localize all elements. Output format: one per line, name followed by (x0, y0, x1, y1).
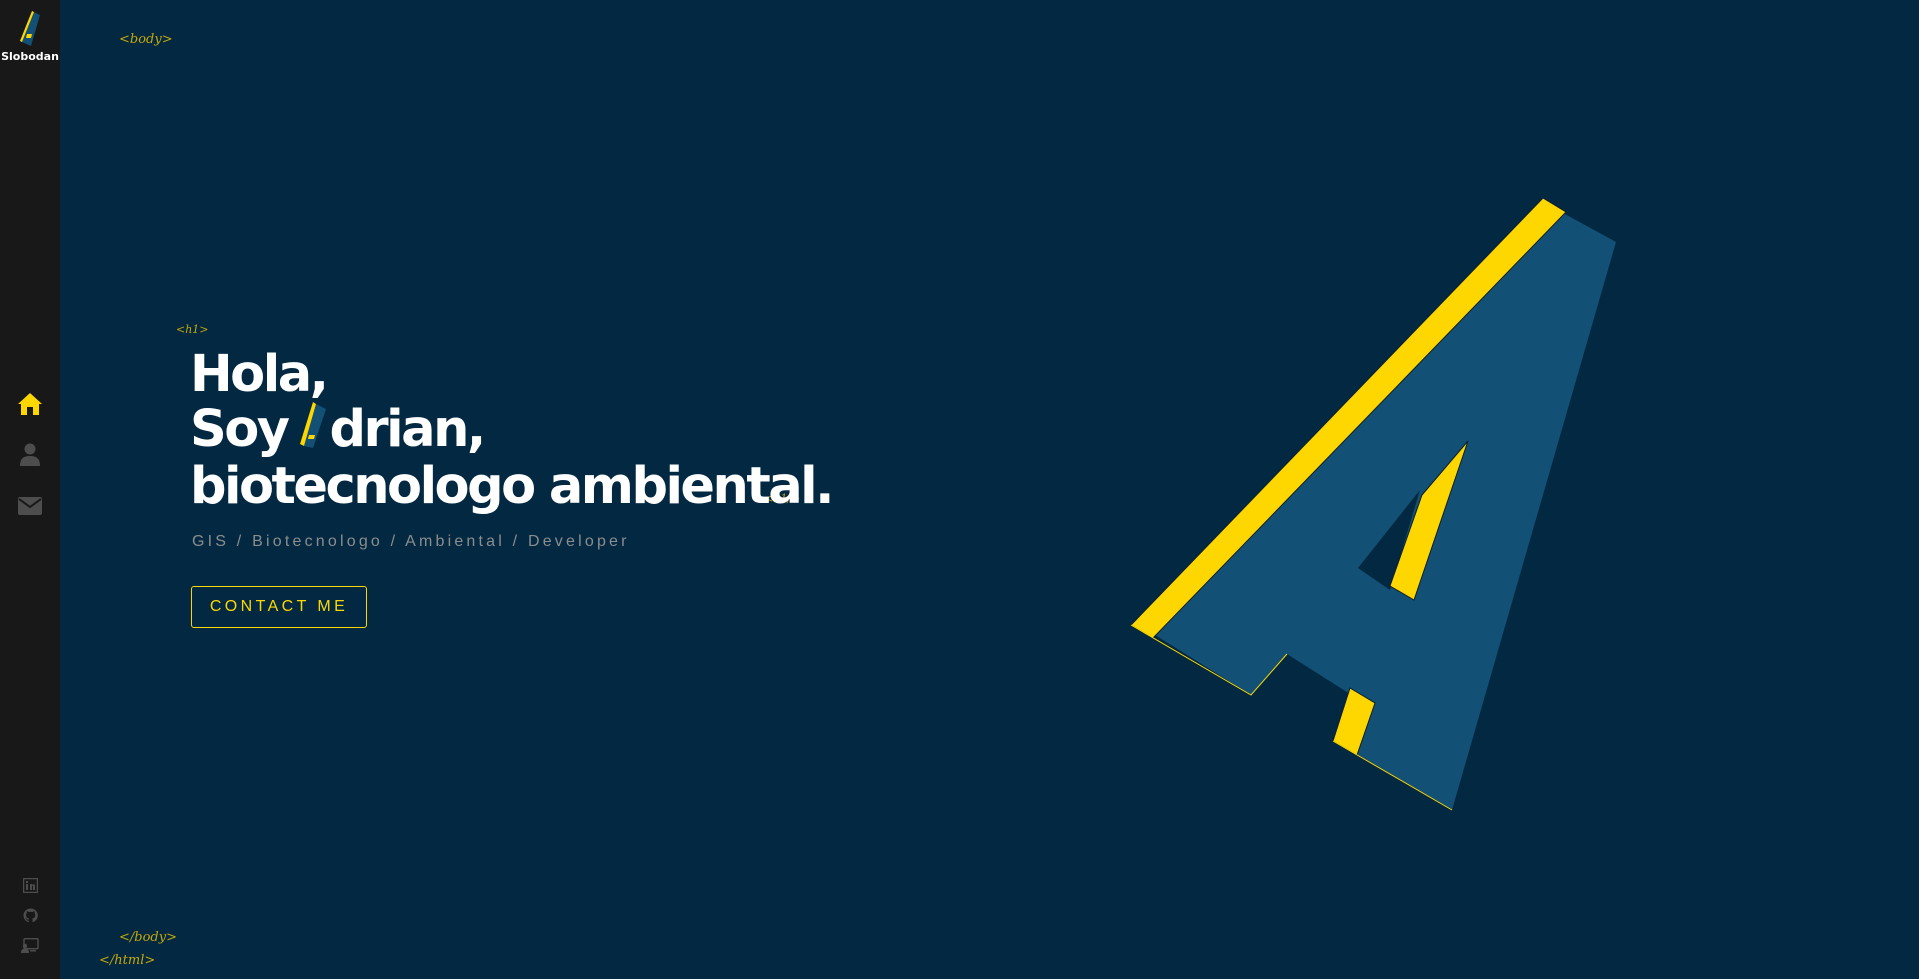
large-letter-a-logo-icon (1130, 197, 1616, 811)
social-links (0, 870, 60, 960)
hero-title: Hola, Soy drian, biotecnologo ambiental. (190, 345, 834, 516)
user-icon (20, 443, 40, 466)
html-close-tag: </html> (99, 953, 156, 968)
hero-name-prefix: Soy (190, 400, 290, 459)
sidebar-logo[interactable]: Slobodan (0, 10, 60, 63)
h1-open-tag: <h1> (176, 323, 209, 336)
github-icon (22, 907, 38, 922)
sidebar: Slobodan (0, 0, 60, 979)
inline-letter-a-logo-icon (298, 402, 328, 459)
monitor-user-icon (21, 937, 39, 953)
hero-line-name: Soy drian, (190, 402, 832, 459)
linkedin-icon (22, 877, 38, 893)
body-close-tag: </body> (119, 930, 177, 945)
letter-a-logo-icon (20, 11, 40, 46)
envelope-icon (18, 496, 42, 515)
sidebar-nav (0, 378, 60, 531)
body-open-tag: <body> (119, 32, 173, 47)
hero-line-greeting: Hola, (190, 345, 329, 404)
brand-name: Slobodan (1, 50, 59, 63)
hero-subtitle: GIS / Biotecnologo / Ambiental / Develop… (192, 533, 630, 550)
contact-me-button[interactable]: CONTACT ME (191, 586, 367, 628)
social-link-github[interactable] (0, 900, 60, 930)
hero-name-suffix: drian, (329, 400, 487, 459)
nav-item-contact[interactable] (0, 480, 60, 531)
nav-item-about[interactable] (0, 429, 60, 480)
social-link-linkedin[interactable] (0, 870, 60, 900)
nav-item-home[interactable] (0, 378, 60, 429)
hero-line-profession: biotecnologo ambiental. (190, 457, 834, 516)
social-link-portfolio[interactable] (0, 930, 60, 960)
home-icon (18, 392, 42, 415)
